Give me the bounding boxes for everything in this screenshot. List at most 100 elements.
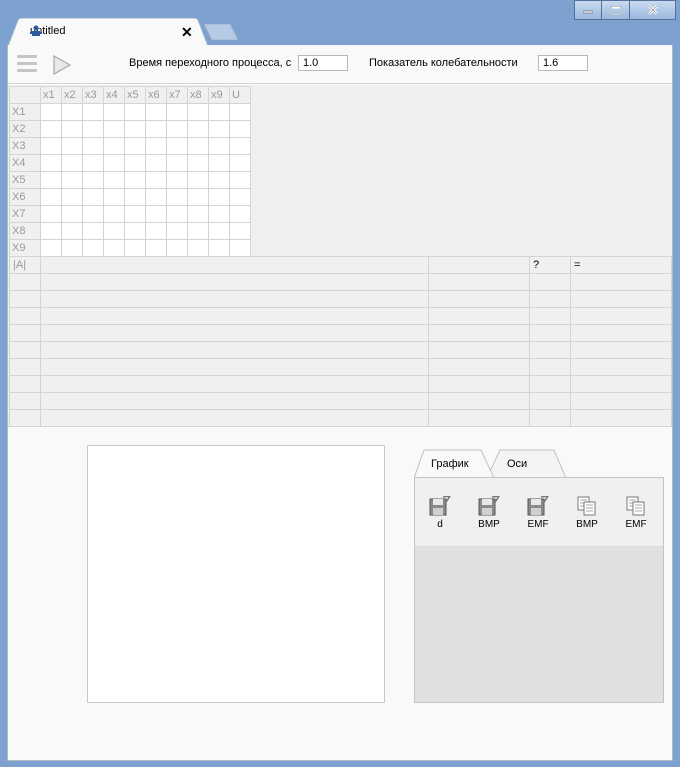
matrix-cell[interactable] — [103, 222, 125, 240]
results-cell[interactable] — [428, 375, 530, 393]
results-cell[interactable] — [40, 358, 429, 376]
new-tab-button[interactable] — [204, 24, 238, 40]
matrix-cell[interactable] — [145, 188, 167, 206]
matrix-cell[interactable] — [124, 137, 146, 155]
matrix-cell[interactable] — [145, 222, 167, 240]
matrix-cell[interactable] — [208, 171, 230, 189]
matrix-cell[interactable] — [61, 222, 83, 240]
results-cell[interactable] — [570, 324, 672, 342]
results-cell[interactable] — [529, 273, 571, 291]
results-cell[interactable] — [40, 290, 429, 308]
matrix-cell[interactable] — [40, 188, 62, 206]
results-cell[interactable] — [40, 341, 429, 359]
matrix-cell[interactable] — [166, 103, 188, 121]
matrix-cell[interactable] — [103, 205, 125, 223]
matrix-cell[interactable] — [124, 120, 146, 138]
matrix-cell[interactable] — [166, 137, 188, 155]
tab-axes[interactable]: Оси — [507, 458, 527, 470]
results-cell[interactable] — [9, 290, 41, 308]
matrix-cell[interactable] — [187, 239, 209, 257]
minimize-button[interactable] — [574, 0, 602, 20]
results-cell[interactable] — [40, 375, 429, 393]
matrix-cell[interactable] — [229, 222, 251, 240]
results-cell[interactable] — [529, 358, 571, 376]
save-button[interactable]: EMF — [522, 496, 554, 530]
results-cell[interactable] — [428, 358, 530, 376]
results-cell[interactable] — [9, 341, 41, 359]
results-cell[interactable] — [529, 324, 571, 342]
matrix-cell[interactable] — [166, 205, 188, 223]
matrix-cell[interactable] — [82, 120, 104, 138]
matrix-cell[interactable] — [103, 171, 125, 189]
matrix-cell[interactable] — [229, 154, 251, 172]
matrix-cell[interactable] — [103, 120, 125, 138]
matrix-cell[interactable] — [229, 205, 251, 223]
matrix-cell[interactable] — [145, 103, 167, 121]
results-cell[interactable] — [9, 358, 41, 376]
matrix-cell[interactable] — [61, 154, 83, 172]
results-cell[interactable] — [570, 375, 672, 393]
matrix-cell[interactable] — [82, 154, 104, 172]
matrix-cell[interactable] — [61, 188, 83, 206]
matrix-cell[interactable] — [124, 171, 146, 189]
results-cell[interactable] — [9, 307, 41, 325]
matrix-cell[interactable] — [229, 137, 251, 155]
copy-button[interactable]: BMP — [571, 496, 603, 530]
matrix-cell[interactable] — [103, 103, 125, 121]
matrix-cell[interactable] — [40, 222, 62, 240]
results-cell[interactable] — [428, 307, 530, 325]
matrix-cell[interactable] — [124, 103, 146, 121]
results-cell[interactable] — [570, 409, 672, 427]
matrix-cell[interactable] — [61, 205, 83, 223]
results-cell[interactable] — [570, 358, 672, 376]
results-cell[interactable] — [570, 273, 672, 291]
matrix-cell[interactable] — [124, 239, 146, 257]
document-tab[interactable]: untitled ✕ — [8, 18, 208, 46]
matrix-cell[interactable] — [145, 205, 167, 223]
matrix-cell[interactable] — [124, 205, 146, 223]
matrix-cell[interactable] — [61, 120, 83, 138]
results-cell[interactable] — [570, 341, 672, 359]
matrix-cell[interactable] — [82, 137, 104, 155]
matrix-cell[interactable] — [40, 171, 62, 189]
matrix-cell[interactable] — [229, 103, 251, 121]
matrix-cell[interactable] — [208, 239, 230, 257]
matrix-cell[interactable] — [208, 222, 230, 240]
matrix-cell[interactable] — [82, 205, 104, 223]
matrix-cell[interactable] — [166, 222, 188, 240]
results-cell[interactable] — [40, 409, 429, 427]
close-window-button[interactable] — [630, 0, 676, 20]
matrix-cell[interactable] — [166, 188, 188, 206]
matrix-cell[interactable] — [124, 222, 146, 240]
matrix-cell[interactable] — [61, 103, 83, 121]
matrix-cell[interactable] — [145, 239, 167, 257]
matrix-cell[interactable] — [40, 239, 62, 257]
matrix-cell[interactable] — [187, 188, 209, 206]
matrix-cell[interactable] — [103, 188, 125, 206]
results-cell[interactable] — [40, 273, 429, 291]
matrix-cell[interactable] — [40, 103, 62, 121]
menu-icon[interactable] — [17, 55, 37, 73]
matrix-cell[interactable] — [82, 222, 104, 240]
results-cell[interactable] — [428, 409, 530, 427]
results-cell[interactable] — [428, 341, 530, 359]
results-cell[interactable] — [570, 307, 672, 325]
matrix-cell[interactable] — [208, 205, 230, 223]
matrix-cell[interactable] — [61, 137, 83, 155]
matrix-cell[interactable] — [82, 171, 104, 189]
results-cell[interactable] — [9, 392, 41, 410]
matrix-cell[interactable] — [145, 120, 167, 138]
matrix-cell[interactable] — [82, 103, 104, 121]
oscillation-input[interactable] — [538, 55, 588, 71]
results-cell[interactable] — [9, 409, 41, 427]
matrix-cell[interactable] — [229, 188, 251, 206]
matrix-cell[interactable] — [124, 188, 146, 206]
results-cell[interactable] — [428, 273, 530, 291]
matrix-cell[interactable] — [145, 154, 167, 172]
results-cell[interactable] — [529, 409, 571, 427]
matrix-cell[interactable] — [103, 154, 125, 172]
time-input[interactable] — [298, 55, 348, 71]
matrix-cell[interactable] — [208, 137, 230, 155]
matrix-cell[interactable] — [187, 120, 209, 138]
matrix-cell[interactable] — [187, 171, 209, 189]
